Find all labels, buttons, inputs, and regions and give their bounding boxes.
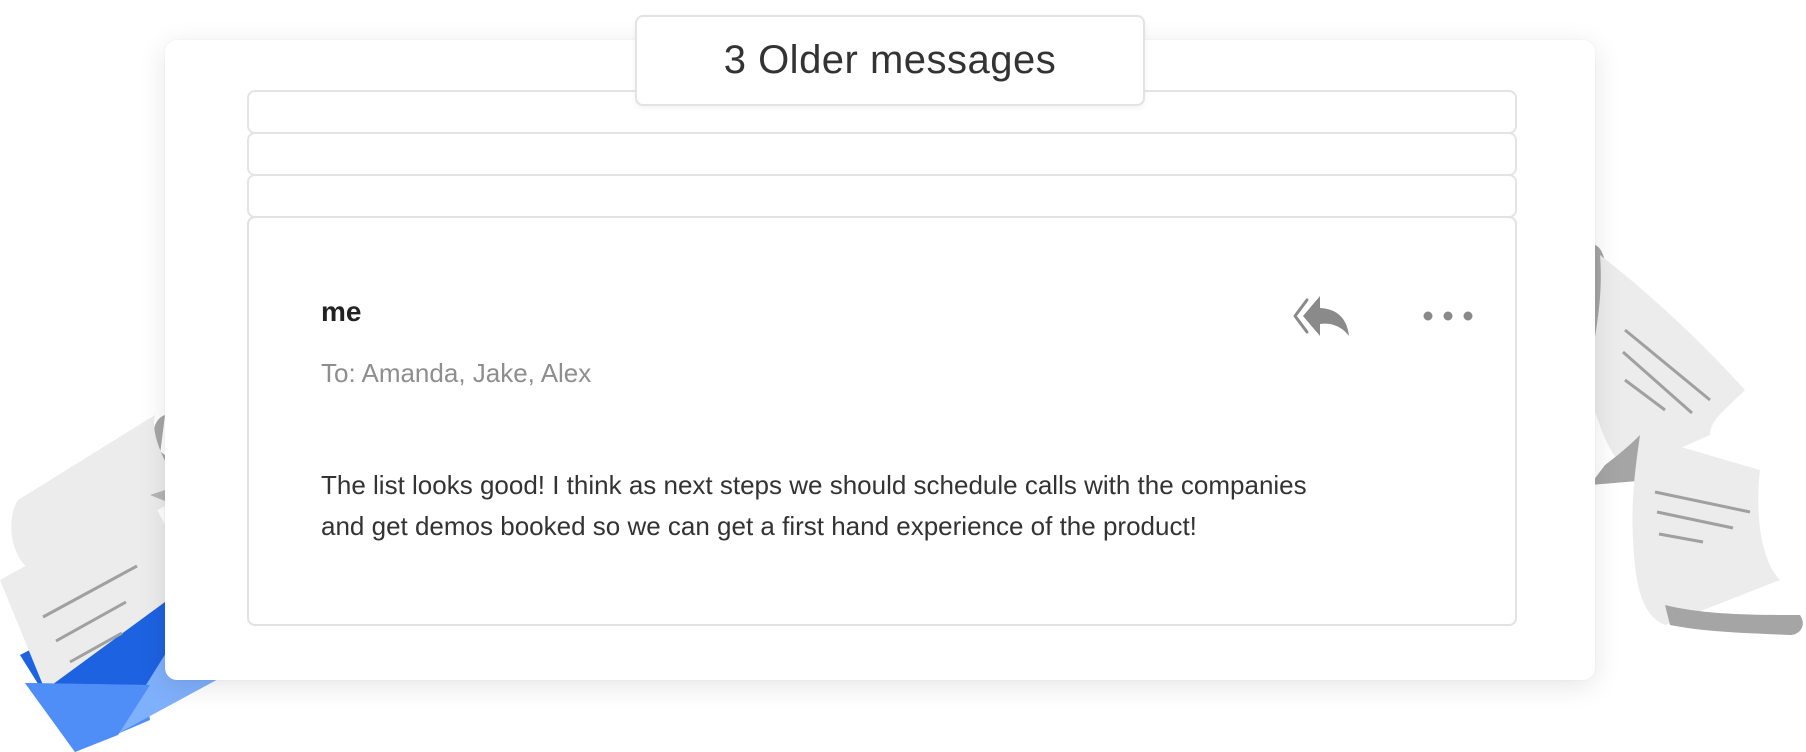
older-messages-button[interactable]: 3 Older messages — [635, 15, 1145, 106]
more-options-button[interactable] — [1420, 300, 1476, 332]
sender-name: me — [321, 296, 362, 327]
recipients-line: To: Amanda, Jake, Alex — [321, 358, 592, 388]
message-body-line: and get demos booked so we can get a fir… — [321, 511, 1197, 541]
collapsed-message-3[interactable] — [247, 174, 1517, 218]
more-options-icon — [1423, 311, 1473, 321]
message-card — [247, 216, 1517, 626]
paper-scroll-illustration — [1585, 245, 1803, 635]
reply-all-icon — [1293, 296, 1349, 336]
message-body: The list looks good! I think as next ste… — [321, 465, 1441, 547]
reply-all-button[interactable] — [1293, 292, 1351, 340]
collapsed-message-2[interactable] — [247, 132, 1517, 176]
message-body-line: The list looks good! I think as next ste… — [321, 470, 1307, 500]
